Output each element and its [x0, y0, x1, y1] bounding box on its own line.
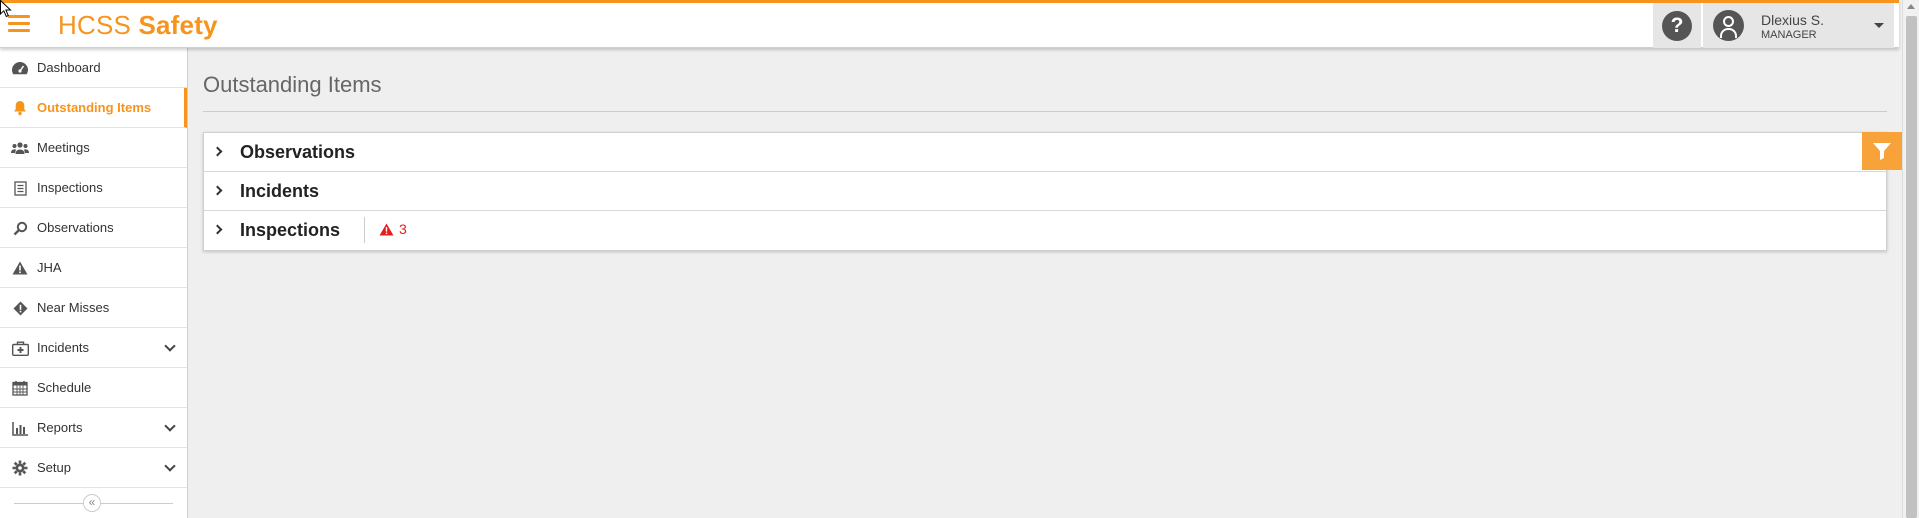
bell-icon: [11, 100, 29, 116]
sidebar-item-reports[interactable]: Reports: [0, 408, 187, 448]
sidebar-item-label: Observations: [37, 220, 114, 235]
brand-prefix: HCSS: [58, 10, 132, 40]
sidebar-collapse-row: «: [0, 488, 187, 518]
chevron-down-icon[interactable]: [164, 460, 176, 472]
gear-icon: [11, 460, 29, 476]
panel-incidents[interactable]: Incidents: [204, 172, 1886, 211]
bar-chart-icon: [11, 420, 29, 436]
sidebar-item-label: Outstanding Items: [37, 100, 152, 115]
panel-inspections[interactable]: Inspections 3: [204, 211, 1886, 250]
mouse-cursor-icon: [0, 0, 12, 18]
sidebar-item-label: JHA: [37, 260, 62, 275]
sidebar-item-outstanding-items[interactable]: Outstanding Items: [0, 88, 187, 128]
sidebar-item-incidents[interactable]: Incidents: [0, 328, 187, 368]
accordion: Observations Incidents Inspections 3: [203, 132, 1887, 251]
medkit-icon: [11, 340, 29, 356]
sidebar-item-label: Setup: [37, 460, 71, 475]
sidebar-item-dashboard[interactable]: Dashboard: [0, 48, 187, 88]
diamond-alert-icon: [11, 300, 29, 316]
sidebar-item-observations[interactable]: Observations: [0, 208, 187, 248]
vertical-scrollbar[interactable]: [1902, 0, 1919, 518]
clipboard-icon: [11, 180, 29, 196]
top-bar: HCSS Safety ? Dlexius S. MANAGER: [0, 0, 1899, 48]
divider: [364, 217, 365, 243]
chevron-right-icon: [212, 224, 223, 235]
help-button[interactable]: ?: [1653, 3, 1701, 48]
sidebar-item-label: Reports: [37, 420, 83, 435]
user-menu[interactable]: Dlexius S. MANAGER: [1703, 3, 1894, 48]
chevron-right-icon: [212, 146, 223, 157]
warning-icon: [11, 260, 29, 276]
caret-down-icon: [1874, 23, 1884, 28]
warning-icon: [379, 223, 394, 235]
brand-suffix: Safety: [138, 10, 218, 40]
calendar-icon: [11, 380, 29, 396]
sidebar-item-label: Meetings: [37, 140, 90, 155]
avatar-icon: [1713, 10, 1744, 41]
filter-button[interactable]: [1862, 132, 1902, 170]
panel-title: Observations: [240, 142, 356, 162]
user-name: Dlexius S.: [1761, 12, 1825, 28]
panel-title: Inspections: [240, 220, 341, 240]
panel-observations[interactable]: Observations: [204, 133, 1886, 172]
panel-title: Incidents: [240, 181, 320, 201]
sidebar-item-label: Inspections: [37, 180, 103, 195]
sidebar-item-meetings[interactable]: Meetings: [0, 128, 187, 168]
sidebar-item-label: Near Misses: [37, 300, 110, 315]
alert-badge: 3: [379, 221, 407, 237]
filter-icon: [1873, 143, 1891, 160]
page-title: Outstanding Items: [203, 72, 382, 97]
scroll-thumb[interactable]: [1906, 16, 1917, 518]
sidebar-item-label: Schedule: [37, 380, 92, 395]
sidebar-item-label: Incidents: [37, 340, 90, 355]
users-icon: [11, 140, 29, 156]
dashboard-icon: [11, 60, 29, 76]
question-icon: ?: [1662, 10, 1692, 41]
user-role: MANAGER: [1761, 29, 1817, 41]
sidebar: Dashboard Outstanding Items Meetings Ins…: [0, 48, 188, 518]
alert-count: 3: [399, 221, 407, 237]
collapse-sidebar-button[interactable]: «: [83, 494, 101, 512]
chevron-down-icon[interactable]: [164, 420, 176, 432]
sidebar-item-setup[interactable]: Setup: [0, 448, 187, 488]
sidebar-item-jha[interactable]: JHA: [0, 248, 187, 288]
sidebar-item-near-misses[interactable]: Near Misses: [0, 288, 187, 328]
search-icon: [11, 220, 29, 236]
sidebar-item-inspections[interactable]: Inspections: [0, 168, 187, 208]
scroll-up-arrow-icon[interactable]: [1907, 4, 1915, 9]
title-divider: [203, 111, 1887, 112]
app-logo[interactable]: HCSS Safety: [58, 10, 218, 41]
sidebar-item-label: Dashboard: [37, 60, 101, 75]
hamburger-menu-icon[interactable]: [8, 15, 30, 35]
sidebar-item-schedule[interactable]: Schedule: [0, 368, 187, 408]
chevron-right-icon: [212, 185, 223, 196]
chevron-down-icon[interactable]: [164, 340, 176, 352]
